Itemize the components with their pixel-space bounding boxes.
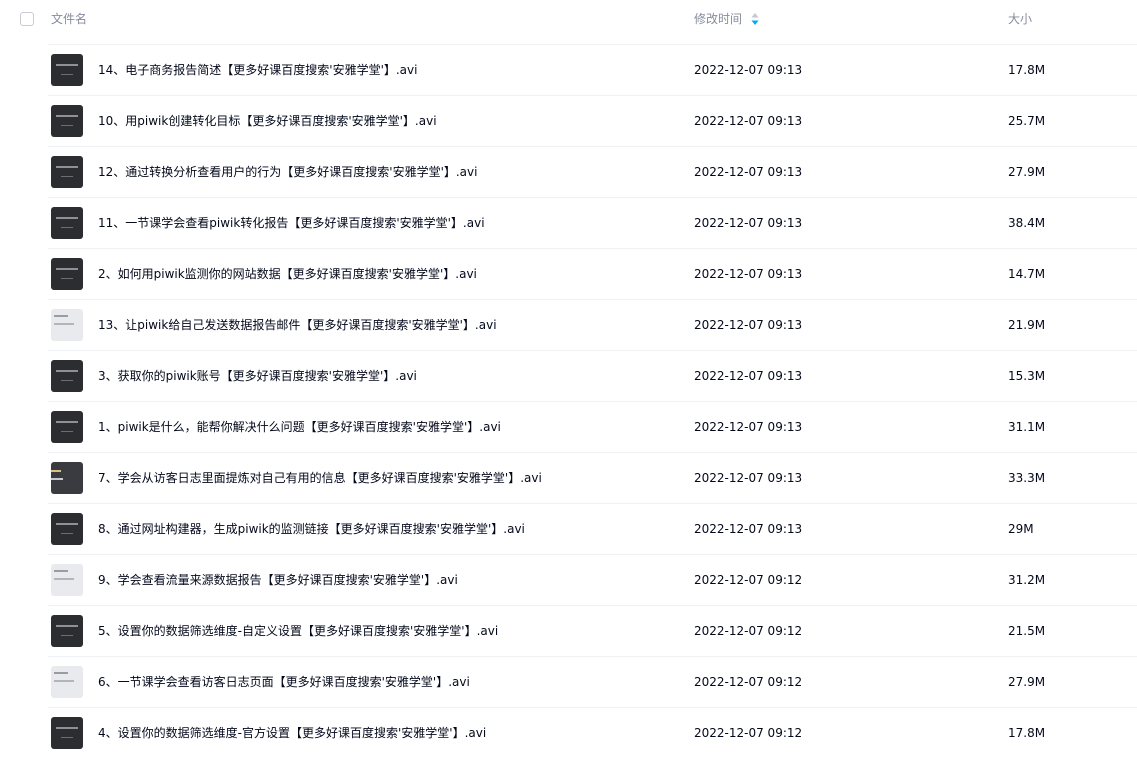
column-header-size[interactable]: 大小 [1008, 11, 1032, 27]
file-name[interactable]: 8、通过网址构建器，生成piwik的监测链接【更多好课百度搜索'安雅学堂'】.a… [98, 521, 525, 537]
file-row[interactable]: 9、学会查看流量来源数据报告【更多好课百度搜索'安雅学堂'】.avi 2022-1… [48, 554, 1137, 605]
file-size: 38.4M [1008, 216, 1046, 230]
file-size: 21.9M [1008, 318, 1046, 332]
file-row[interactable]: 14、电子商务报告简述【更多好课百度搜索'安雅学堂'】.avi 2022-12-0… [48, 44, 1137, 95]
video-thumbnail-icon [51, 666, 83, 698]
file-name[interactable]: 7、学会从访客日志里面提炼对自己有用的信息【更多好课百度搜索'安雅学堂'】.av… [98, 470, 542, 486]
column-header-name[interactable]: 文件名 [51, 11, 87, 27]
file-row[interactable]: 6、一节课学会查看访客日志页面【更多好课百度搜索'安雅学堂'】.avi 2022-… [48, 656, 1137, 707]
file-row[interactable]: 4、设置你的数据筛选维度-官方设置【更多好课百度搜索'安雅学堂'】.avi 202… [48, 707, 1137, 758]
file-modified-time: 2022-12-07 09:12 [694, 624, 803, 638]
file-modified-time: 2022-12-07 09:13 [694, 267, 803, 281]
video-thumbnail-icon [51, 258, 83, 290]
column-header-modified[interactable]: 修改时间 [694, 11, 742, 27]
file-list-header: 文件名 修改时间 大小 [0, 0, 1137, 40]
file-name[interactable]: 13、让piwik给自己发送数据报告邮件【更多好课百度搜索'安雅学堂'】.avi [98, 317, 497, 333]
file-modified-time: 2022-12-07 09:13 [694, 63, 803, 77]
file-name[interactable]: 9、学会查看流量来源数据报告【更多好课百度搜索'安雅学堂'】.avi [98, 572, 458, 588]
video-thumbnail-icon [51, 309, 83, 341]
file-row[interactable]: 8、通过网址构建器，生成piwik的监测链接【更多好课百度搜索'安雅学堂'】.a… [48, 503, 1137, 554]
file-size: 27.9M [1008, 675, 1046, 689]
file-row[interactable]: 3、获取你的piwik账号【更多好课百度搜索'安雅学堂'】.avi 2022-12… [48, 350, 1137, 401]
file-row[interactable]: 5、设置你的数据筛选维度-自定义设置【更多好课百度搜索'安雅学堂'】.avi 20… [48, 605, 1137, 656]
file-name[interactable]: 4、设置你的数据筛选维度-官方设置【更多好课百度搜索'安雅学堂'】.avi [98, 725, 486, 741]
video-thumbnail-icon [51, 156, 83, 188]
video-thumbnail-icon [51, 717, 83, 749]
file-size: 21.5M [1008, 624, 1046, 638]
file-size: 31.1M [1008, 420, 1046, 434]
video-thumbnail-icon [51, 207, 83, 239]
file-row[interactable]: 2、如何用piwik监测你的网站数据【更多好课百度搜索'安雅学堂'】.avi 20… [48, 248, 1137, 299]
video-thumbnail-icon [51, 360, 83, 392]
file-size: 15.3M [1008, 369, 1046, 383]
file-name[interactable]: 1、piwik是什么，能帮你解决什么问题【更多好课百度搜索'安雅学堂'】.avi [98, 419, 501, 435]
file-size: 25.7M [1008, 114, 1046, 128]
file-row[interactable]: 13、让piwik给自己发送数据报告邮件【更多好课百度搜索'安雅学堂'】.avi… [48, 299, 1137, 350]
video-thumbnail-icon [51, 411, 83, 443]
file-modified-time: 2022-12-07 09:12 [694, 573, 803, 587]
video-thumbnail-icon [51, 462, 83, 494]
file-name[interactable]: 5、设置你的数据筛选维度-自定义设置【更多好课百度搜索'安雅学堂'】.avi [98, 623, 498, 639]
video-thumbnail-icon [51, 513, 83, 545]
file-modified-time: 2022-12-07 09:13 [694, 471, 803, 485]
file-name[interactable]: 2、如何用piwik监测你的网站数据【更多好课百度搜索'安雅学堂'】.avi [98, 266, 477, 282]
file-size: 31.2M [1008, 573, 1046, 587]
file-size: 27.9M [1008, 165, 1046, 179]
file-modified-time: 2022-12-07 09:13 [694, 369, 803, 383]
file-name[interactable]: 11、一节课学会查看piwik转化报告【更多好课百度搜索'安雅学堂'】.avi [98, 215, 485, 231]
video-thumbnail-icon [51, 105, 83, 137]
video-thumbnail-icon [51, 564, 83, 596]
file-row[interactable]: 12、通过转换分析查看用户的行为【更多好课百度搜索'安雅学堂'】.avi 2022… [48, 146, 1137, 197]
file-size: 17.8M [1008, 63, 1046, 77]
video-thumbnail-icon [51, 615, 83, 647]
file-size: 14.7M [1008, 267, 1046, 281]
file-modified-time: 2022-12-07 09:12 [694, 675, 803, 689]
file-name[interactable]: 6、一节课学会查看访客日志页面【更多好课百度搜索'安雅学堂'】.avi [98, 674, 470, 690]
file-row[interactable]: 1、piwik是什么，能帮你解决什么问题【更多好课百度搜索'安雅学堂'】.avi… [48, 401, 1137, 452]
file-size: 33.3M [1008, 471, 1046, 485]
file-modified-time: 2022-12-07 09:13 [694, 522, 803, 536]
video-thumbnail-icon [51, 54, 83, 86]
file-modified-time: 2022-12-07 09:13 [694, 114, 803, 128]
file-row[interactable]: 11、一节课学会查看piwik转化报告【更多好课百度搜索'安雅学堂'】.avi 2… [48, 197, 1137, 248]
file-modified-time: 2022-12-07 09:12 [694, 726, 803, 740]
select-all-checkbox[interactable] [20, 12, 34, 26]
file-name[interactable]: 12、通过转换分析查看用户的行为【更多好课百度搜索'安雅学堂'】.avi [98, 164, 477, 180]
file-row[interactable]: 7、学会从访客日志里面提炼对自己有用的信息【更多好课百度搜索'安雅学堂'】.av… [48, 452, 1137, 503]
file-name[interactable]: 14、电子商务报告简述【更多好课百度搜索'安雅学堂'】.avi [98, 62, 417, 78]
file-name[interactable]: 10、用piwik创建转化目标【更多好课百度搜索'安雅学堂'】.avi [98, 113, 437, 129]
file-size: 17.8M [1008, 726, 1046, 740]
file-size: 29M [1008, 522, 1034, 536]
file-row[interactable]: 10、用piwik创建转化目标【更多好课百度搜索'安雅学堂'】.avi 2022-… [48, 95, 1137, 146]
file-modified-time: 2022-12-07 09:13 [694, 318, 803, 332]
file-modified-time: 2022-12-07 09:13 [694, 216, 803, 230]
sort-arrows-icon[interactable] [750, 12, 760, 26]
file-modified-time: 2022-12-07 09:13 [694, 165, 803, 179]
file-name[interactable]: 3、获取你的piwik账号【更多好课百度搜索'安雅学堂'】.avi [98, 368, 417, 384]
file-modified-time: 2022-12-07 09:13 [694, 420, 803, 434]
